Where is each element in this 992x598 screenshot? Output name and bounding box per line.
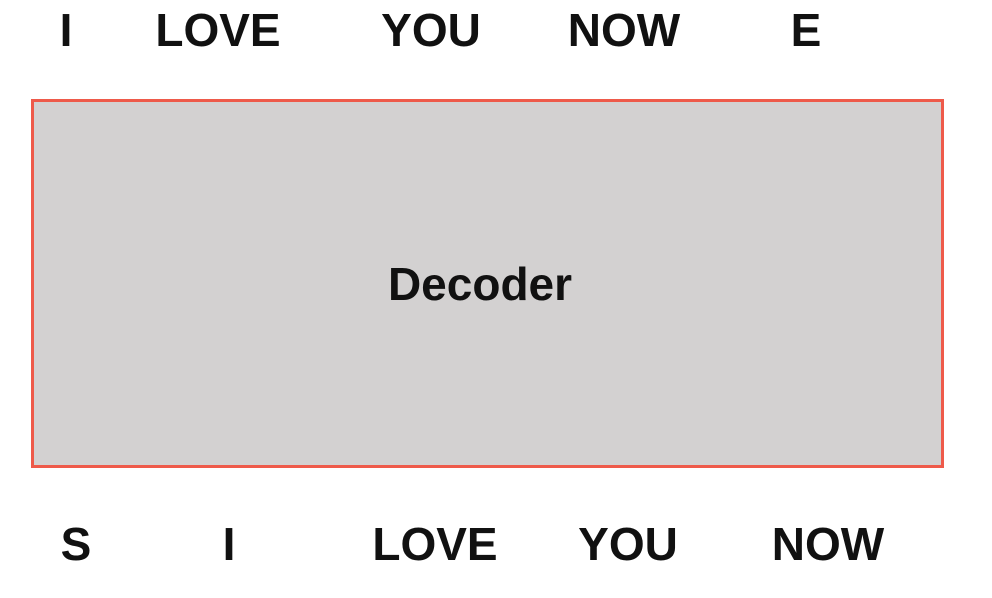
input-token-4: YOU xyxy=(578,518,678,570)
input-token-5: NOW xyxy=(771,518,885,570)
output-token-3: YOU xyxy=(381,4,481,56)
output-token-2: LOVE xyxy=(155,4,281,56)
input-token-3: LOVE xyxy=(372,518,498,570)
decoder-label: Decoder xyxy=(387,257,573,310)
input-token-1: S xyxy=(60,518,92,570)
output-token-4: NOW xyxy=(567,4,681,56)
decoder-block: Decoder xyxy=(31,99,944,468)
input-token-2: I xyxy=(222,518,236,570)
output-token-5: E xyxy=(790,4,822,56)
output-token-1: I xyxy=(59,4,73,56)
